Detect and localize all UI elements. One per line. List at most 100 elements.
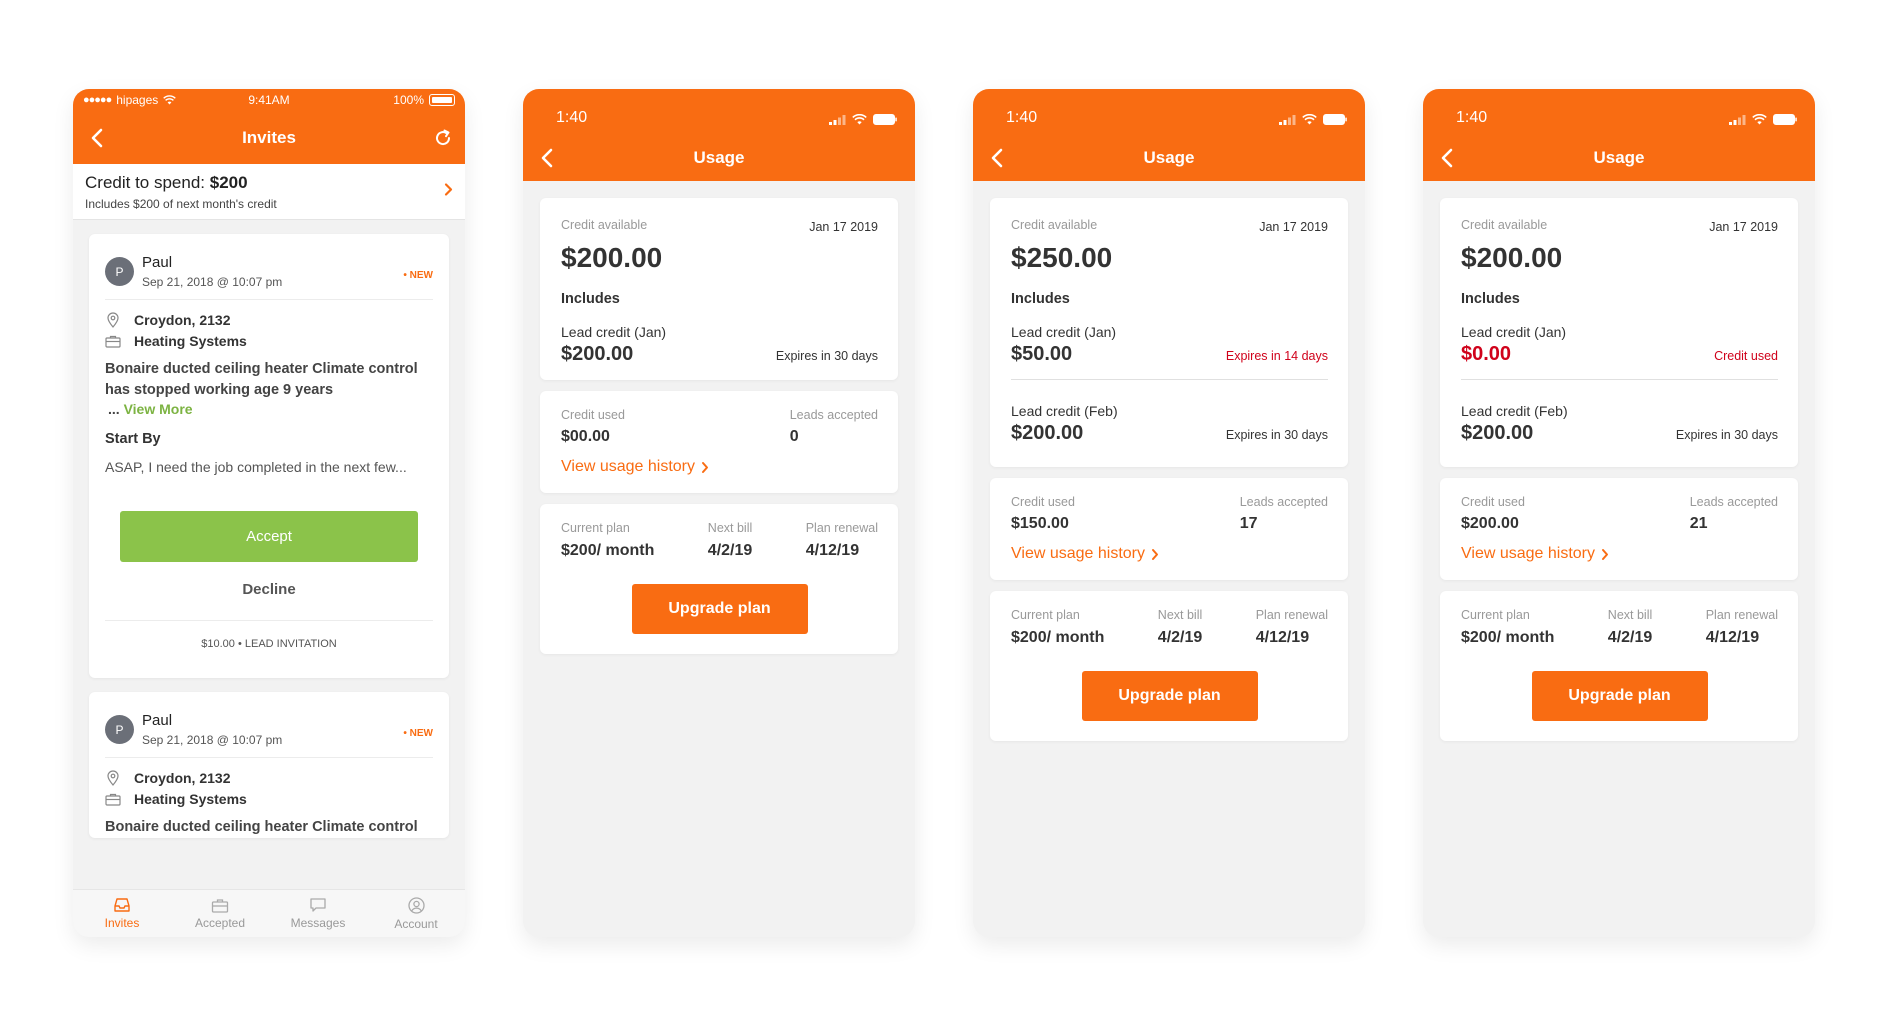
next-bill-label: Next bill: [1607, 608, 1653, 622]
status-time: 9:41AM: [248, 93, 290, 107]
current-plan-value: $200/ month: [561, 542, 655, 559]
refresh-icon[interactable]: [431, 126, 455, 150]
credit-label: Credit to spend:: [85, 173, 206, 192]
upgrade-plan-button[interactable]: Upgrade plan: [1081, 671, 1258, 721]
decline-button[interactable]: Decline: [242, 575, 295, 604]
tab-label: Accepted: [194, 915, 246, 930]
credit-available-amount: $200.00: [561, 242, 663, 273]
lead-credit-row: Lead credit (Jan) $50.00 Expires in 14 d…: [1011, 324, 1328, 366]
status-bar: 1:40: [973, 89, 1365, 135]
leads-accepted-value: 17: [1239, 515, 1258, 532]
lead-credit-amount: $200.00: [1461, 422, 1534, 444]
nav-bar: Usage: [973, 135, 1365, 181]
next-bill-value: 4/2/19: [707, 542, 753, 559]
leads-accepted-label: Leads accepted: [789, 408, 878, 422]
nav-bar: Usage: [523, 135, 915, 181]
current-plan-label: Current plan: [561, 521, 630, 535]
credit-to-spend-bar[interactable]: Credit to spend: $200 Includes $200 of n…: [73, 164, 465, 220]
lead-credit-row: Lead credit (Jan) $0.00 Credit used: [1461, 324, 1778, 366]
leads-accepted-value: 0: [789, 428, 799, 445]
lead-credit-amount: $0.00: [1461, 343, 1512, 365]
invite-card: P Paul Sep 21, 2018 @ 10:07 pm • NEW Cro…: [89, 234, 449, 678]
signal-dots-icon: ●●●●●: [83, 94, 112, 106]
page-title: Usage: [693, 148, 745, 167]
back-icon[interactable]: [985, 146, 1009, 170]
battery-icon: [1773, 114, 1797, 125]
plan-card: Current plan $200/ month Next bill 4/2/1…: [540, 504, 898, 654]
credit-date: Jan 17 2019: [809, 220, 878, 234]
view-usage-history-link[interactable]: View usage history: [1011, 545, 1159, 563]
usage-screen: 1:40 Usage Credit available Jan 17 2019 …: [1423, 89, 1815, 937]
leads-accepted-value: 21: [1689, 515, 1708, 532]
back-icon[interactable]: [85, 126, 109, 150]
upgrade-plan-button[interactable]: Upgrade plan: [631, 584, 808, 634]
lead-invitation-price: $10.00 • LEAD INVITATION: [105, 620, 433, 678]
back-icon[interactable]: [1435, 146, 1459, 170]
job-description: Bonaire ducted ceiling heater Climate co…: [105, 819, 418, 835]
view-more-row: ... View More: [105, 401, 433, 417]
back-icon[interactable]: [535, 146, 559, 170]
credit-date: Jan 17 2019: [1259, 220, 1328, 234]
tab-accepted[interactable]: Accepted: [171, 890, 269, 937]
current-plan-label: Current plan: [1011, 608, 1080, 622]
page-title: Usage: [1593, 148, 1645, 167]
wifi-icon: [1752, 114, 1767, 125]
view-usage-history-link[interactable]: View usage history: [1461, 545, 1609, 563]
category-text: Heating Systems: [134, 333, 247, 349]
lead-credit-label: Lead credit (Feb): [1011, 403, 1118, 419]
accept-button[interactable]: Accept: [120, 511, 418, 562]
usage-screen: 1:40 Usage Credit available Jan 17 2019 …: [523, 89, 915, 937]
tab-invites[interactable]: Invites: [73, 890, 171, 937]
history-link-label: View usage history: [561, 458, 695, 475]
lead-credit-row: Lead credit (Jan) $200.00 Expires in 30 …: [561, 324, 878, 366]
lead-credit-amount: $50.00: [1011, 343, 1073, 365]
category-row: Heating Systems: [105, 791, 433, 807]
view-more-link[interactable]: View More: [124, 401, 193, 417]
status-time: 1:40: [1006, 109, 1038, 126]
credit-amount: $200: [209, 173, 248, 192]
current-plan-label: Current plan: [1461, 608, 1530, 622]
current-plan-value: $200/ month: [1461, 629, 1555, 646]
history-link-label: View usage history: [1011, 545, 1145, 562]
avatar: P: [105, 257, 134, 286]
status-bar: 1:40: [1423, 89, 1815, 135]
invite-date: Sep 21, 2018 @ 10:07 pm: [142, 733, 283, 747]
view-usage-history-link[interactable]: View usage history: [561, 458, 709, 476]
history-link-label: View usage history: [1461, 545, 1595, 562]
customer-name: Paul: [142, 254, 173, 271]
tab-messages[interactable]: Messages: [269, 890, 367, 937]
start-by-label: Start By: [105, 431, 161, 447]
signal-icon: [829, 115, 846, 125]
credit-used-value: $200.00: [1461, 515, 1519, 532]
battery-icon: [429, 94, 455, 106]
nav-bar: Invites: [73, 111, 465, 164]
lead-credit-status: Credit used: [1714, 349, 1778, 363]
credit-available-label: Credit available: [1461, 218, 1548, 232]
chat-bubble-icon: [310, 898, 326, 912]
nav-bar: Usage: [1423, 135, 1815, 181]
credit-available-label: Credit available: [1011, 218, 1098, 232]
invite-header: P Paul Sep 21, 2018 @ 10:07 pm • NEW: [105, 692, 433, 758]
lead-credit-label: Lead credit (Feb): [1461, 403, 1568, 419]
credit-used-label: Credit used: [1011, 495, 1075, 509]
plan-card: Current plan $200/ month Next bill 4/2/1…: [1440, 591, 1798, 741]
tab-account[interactable]: Account: [367, 890, 465, 937]
usage-screen: 1:40 Usage Credit available Jan 17 2019 …: [973, 89, 1365, 937]
includes-label: Includes: [1461, 291, 1520, 307]
tab-label: Invites: [104, 916, 140, 930]
location-pin-icon: [105, 770, 121, 786]
credit-used-value: $150.00: [1011, 515, 1069, 532]
invites-screen: ●●●●● hipages 9:41AM 100% Invites Credit…: [73, 89, 465, 937]
upgrade-plan-button[interactable]: Upgrade plan: [1531, 671, 1708, 721]
carrier-name: hipages: [116, 93, 159, 107]
page-title: Invites: [242, 127, 296, 147]
divider: [1011, 379, 1328, 380]
status-time: 1:40: [556, 109, 588, 126]
new-badge: • NEW: [403, 728, 433, 739]
status-bar: ●●●●● hipages 9:41AM 100%: [73, 89, 465, 111]
chevron-right-icon: [702, 461, 708, 473]
lead-credit-label: Lead credit (Jan): [1461, 324, 1567, 340]
credit-used-value: $00.00: [561, 428, 610, 445]
plan-renewal-value: 4/12/19: [1255, 629, 1310, 646]
tab-label: Messages: [290, 916, 346, 930]
